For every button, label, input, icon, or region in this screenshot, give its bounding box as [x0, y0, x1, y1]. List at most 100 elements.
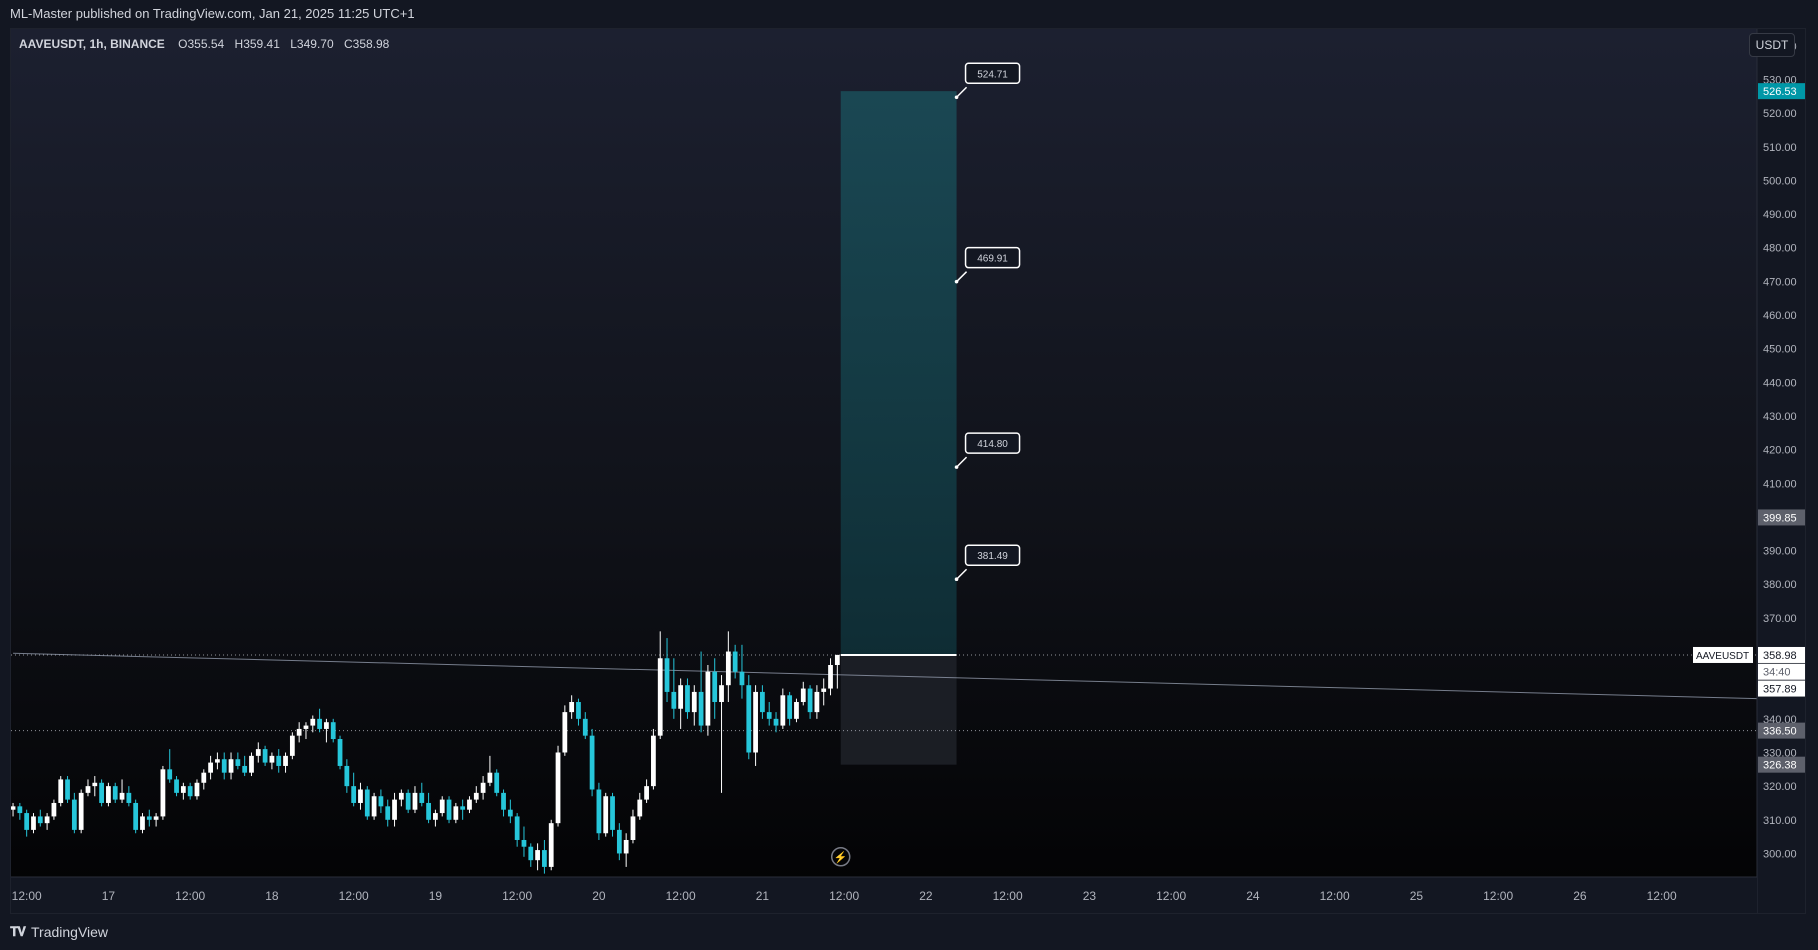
candle-body	[187, 786, 193, 797]
callout-anchor	[954, 279, 959, 284]
tradingview-logo[interactable]: 𝐓𝐕 TradingView	[10, 924, 108, 940]
callout-pointer	[956, 86, 968, 98]
candle-body	[514, 816, 520, 840]
candle-body	[51, 802, 57, 817]
candle-body	[569, 702, 575, 713]
time-tick-label: 22	[919, 889, 933, 903]
candle-body	[828, 665, 833, 689]
target-callout[interactable]: 381.49	[954, 544, 1021, 582]
candle-body	[201, 772, 207, 783]
candle-body	[31, 816, 36, 830]
candle-body	[85, 786, 91, 793]
candle-body	[17, 806, 23, 814]
price-tick-label: 390.00	[1763, 546, 1797, 558]
candle-body	[283, 755, 288, 766]
candle-body	[324, 722, 329, 729]
candle-body	[405, 792, 411, 810]
candle-body	[262, 749, 268, 763]
candle-body	[208, 762, 213, 773]
time-tick-label: 12:00	[993, 889, 1023, 903]
candle-body	[787, 695, 793, 719]
price-tick-label: 320.00	[1763, 781, 1797, 793]
candle-body	[153, 816, 159, 820]
candle-body	[78, 792, 84, 830]
candle-body	[146, 816, 152, 820]
candle-body	[705, 671, 711, 726]
candle-body	[439, 799, 445, 814]
candle-body	[821, 688, 827, 692]
candle-body	[644, 786, 649, 800]
time-tick-label: 20	[592, 889, 606, 903]
tradingview-logo-icon: 𝐓𝐕	[10, 924, 26, 939]
candle-body	[760, 691, 765, 713]
candle-body	[535, 850, 540, 861]
candle-body	[126, 792, 132, 803]
tradingview-brand: TradingView	[31, 924, 109, 940]
candle-body	[610, 796, 615, 830]
candle-body	[133, 802, 139, 830]
chart-pane[interactable]: 524.71469.91414.80381.49⚡540.00530.00520…	[10, 28, 1806, 914]
candle-body	[473, 792, 479, 800]
candle-body	[215, 759, 220, 763]
price-tag-label: 358.98	[1763, 650, 1797, 662]
time-tick-label: 12:00	[1647, 889, 1677, 903]
candle-body	[160, 769, 166, 817]
candle-body	[330, 722, 336, 740]
time-tick-label: 23	[1083, 889, 1097, 903]
target-callout[interactable]: 524.71	[954, 62, 1021, 100]
candle-body	[112, 786, 118, 800]
candle-body	[562, 712, 568, 753]
candle-body	[542, 850, 547, 867]
candle-body	[255, 749, 261, 756]
candle-body	[453, 806, 459, 820]
publish-header: ML-Master published on TradingView.com, …	[0, 0, 1818, 26]
time-tick-label: 18	[265, 889, 279, 903]
price-tick-label: 410.00	[1763, 478, 1797, 490]
callout-pointer	[956, 568, 968, 580]
symbol-title[interactable]: AAVEUSDT, 1h, BINANCE	[19, 37, 165, 51]
candle-body	[814, 691, 820, 713]
candle-body	[174, 779, 179, 793]
candle-body	[317, 718, 322, 729]
candle-body	[433, 813, 438, 820]
price-tag-label: 326.38	[1763, 760, 1797, 772]
candle-body	[480, 782, 486, 793]
candle-body	[807, 688, 813, 713]
candle-body	[800, 688, 806, 703]
candle-body	[664, 658, 670, 692]
target-callout[interactable]: 469.91	[954, 246, 1021, 284]
candle-body	[235, 759, 241, 766]
candle-body	[698, 691, 704, 726]
candle-body	[392, 799, 397, 820]
callout-pointer	[956, 271, 968, 283]
time-tick-label: 12:00	[12, 889, 42, 903]
candle-body	[739, 671, 745, 686]
candle-body	[637, 799, 643, 817]
time-tick-label: 12:00	[666, 889, 696, 903]
target-callout[interactable]: 414.80	[954, 432, 1021, 469]
candle-body	[507, 809, 513, 817]
time-tick-label: 12:00	[339, 889, 369, 903]
price-tick-label: 380.00	[1763, 579, 1797, 591]
candle-body	[337, 739, 343, 766]
target-label: 524.71	[977, 69, 1008, 80]
time-tick-label: 26	[1573, 889, 1587, 903]
candle-body	[269, 755, 275, 763]
candle-body	[194, 782, 200, 797]
candle-body	[344, 765, 350, 787]
candle-body	[582, 718, 588, 736]
currency-selector[interactable]: USDT	[1749, 33, 1795, 57]
candle-body	[630, 816, 636, 840]
high-value: H359.41	[234, 37, 280, 51]
candle-body	[603, 796, 609, 834]
chart-canvas[interactable]: 524.71469.91414.80381.49⚡540.00530.00520…	[11, 29, 1806, 914]
close-value: C358.98	[343, 37, 390, 51]
candle-body	[773, 718, 779, 726]
price-tick-label: 370.00	[1763, 613, 1797, 625]
symbol-legend: AAVEUSDT, 1h, BINANCE O355.54 H359.41 L3…	[19, 37, 396, 51]
candle-body	[780, 695, 786, 726]
callout-anchor	[954, 465, 959, 469]
price-tick-label: 310.00	[1763, 815, 1797, 827]
candle-body	[794, 702, 799, 719]
candle-body	[460, 806, 466, 810]
